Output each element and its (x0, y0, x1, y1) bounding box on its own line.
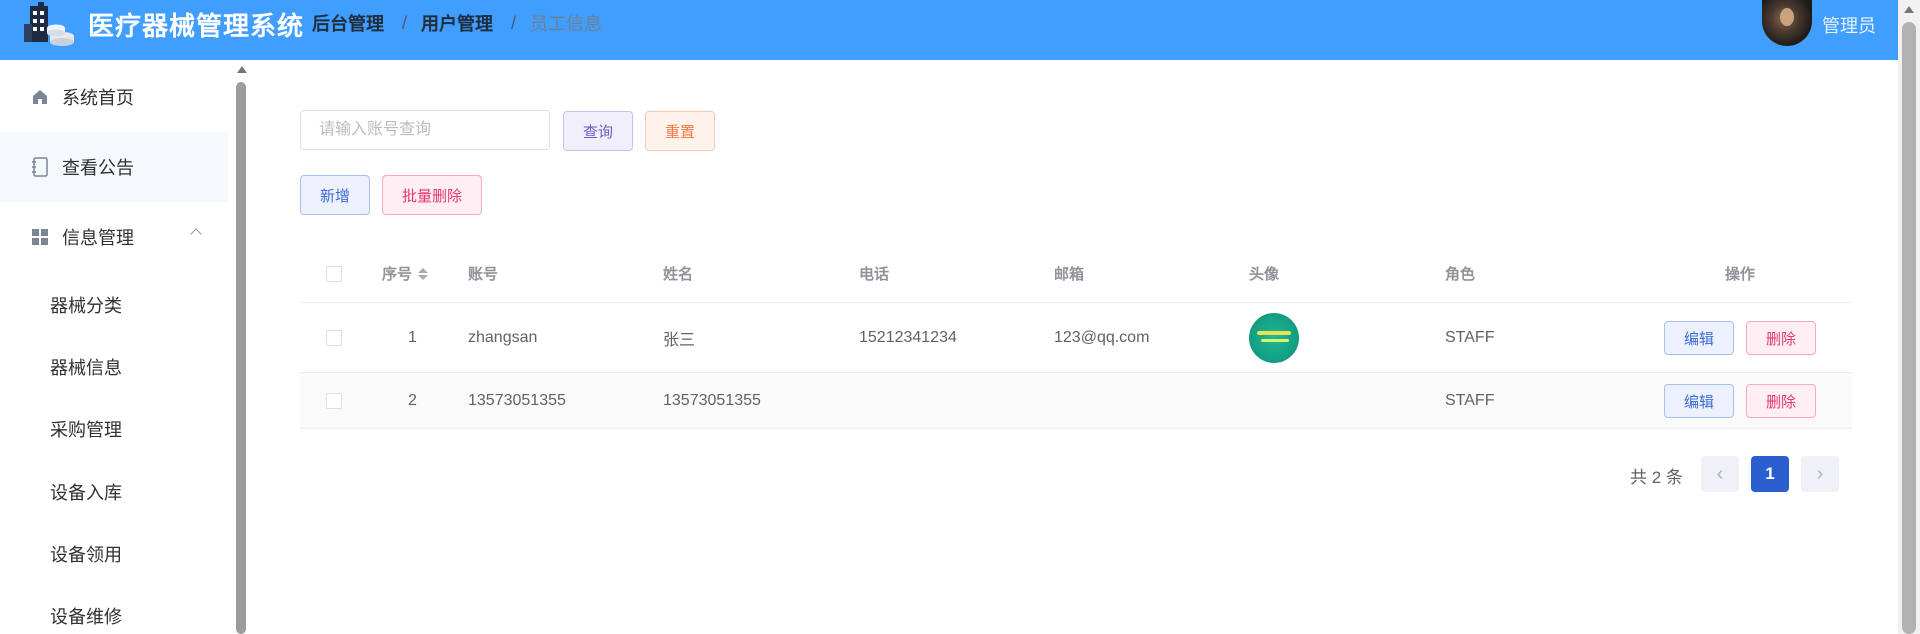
column-header-role: 角色 (1445, 266, 1476, 283)
user-avatar[interactable] (1762, 0, 1812, 46)
search-input[interactable] (300, 110, 550, 150)
sort-icon[interactable] (418, 267, 429, 280)
sidebar-subitem-device-repair[interactable]: 设备维修 (50, 603, 122, 629)
batch-delete-button[interactable]: 批量删除 (382, 175, 482, 215)
sidebar-subitem-purchase[interactable]: 采购管理 (50, 416, 122, 442)
scroll-up-arrow-icon[interactable] (237, 66, 247, 73)
sidebar-subitem-device-info[interactable]: 器械信息 (50, 354, 122, 380)
cell-index: 1 (408, 328, 417, 346)
sidebar-item-label: 查看公告 (62, 158, 134, 178)
query-button[interactable]: 查询 (563, 111, 633, 151)
breadcrumb-item-staff-info: 员工信息 (530, 14, 603, 34)
select-all-checkbox[interactable] (326, 265, 342, 282)
sidebar-item-notice[interactable]: 查看公告 (0, 132, 228, 202)
column-header-index[interactable]: 序号 (382, 245, 429, 302)
chevron-up-icon[interactable] (190, 228, 202, 240)
row-checkbox[interactable] (326, 392, 342, 409)
sidebar-subitem-device-receive[interactable]: 设备领用 (50, 541, 122, 567)
column-header-phone: 电话 (859, 266, 890, 283)
cell-index: 2 (408, 391, 417, 409)
column-header-username: 账号 (468, 266, 499, 283)
cell-name: 13573051355 (663, 391, 761, 409)
breadcrumb-item-admin[interactable]: 后台管理 (312, 10, 384, 36)
cell-role: STAFF (1445, 328, 1495, 346)
row-checkbox[interactable] (326, 329, 342, 346)
top-header: 医疗器械管理系统 后台管理 / 用户管理 / 员工信息 管理员 (0, 0, 1898, 60)
cell-username: 13573051355 (468, 391, 566, 409)
edit-button[interactable]: 编辑 (1664, 384, 1734, 418)
cell-name: 张三 (663, 331, 696, 349)
column-header-email: 邮箱 (1054, 266, 1085, 283)
cell-phone: 15212341234 (859, 328, 957, 346)
sidebar-item-label: 信息管理 (62, 228, 134, 248)
pagination-total: 共 2 条 (1630, 468, 1683, 487)
staff-table: 序号 账号 姓名 电话 邮箱 头像 角色 操作 1 zhangsan 张三 15… (300, 245, 1852, 429)
notebook-icon (30, 157, 50, 177)
cell-role: STAFF (1445, 391, 1495, 409)
breadcrumb: 后台管理 / 用户管理 / 员工信息 (312, 10, 602, 36)
sidebar-scrollbar[interactable] (236, 60, 248, 634)
sidebar-item-label: 系统首页 (62, 88, 134, 108)
sidebar-scrollbar-thumb[interactable] (236, 82, 246, 634)
table-row: 2 13573051355 13573051355 STAFF 编辑 删除 (300, 373, 1852, 429)
window-scrollbar[interactable] (1898, 0, 1920, 634)
scroll-up-arrow-icon[interactable] (1904, 6, 1914, 13)
chevron-right-icon: › (1816, 462, 1824, 485)
table-row: 1 zhangsan 张三 15212341234 123@qq.com STA… (300, 303, 1852, 373)
prev-page-button[interactable]: ‹ (1701, 456, 1739, 492)
sidebar: 系统首页 查看公告 信息管理 器械分类 器械信息 采购管理 设备入库 设备领用 … (0, 60, 236, 634)
column-header-name: 姓名 (663, 266, 694, 283)
sidebar-item-info-management[interactable]: 信息管理 (0, 202, 228, 272)
app-title: 医疗器械管理系统 (88, 11, 305, 41)
breadcrumb-separator: / (511, 12, 517, 33)
page-number-current[interactable]: 1 (1751, 456, 1789, 492)
chevron-left-icon: ‹ (1716, 462, 1724, 485)
cell-email: 123@qq.com (1054, 328, 1150, 346)
sidebar-subitem-device-category[interactable]: 器械分类 (50, 292, 122, 318)
grid-icon (30, 227, 50, 247)
column-header-avatar: 头像 (1249, 266, 1280, 283)
breadcrumb-separator: / (402, 12, 408, 33)
reset-button[interactable]: 重置 (645, 111, 715, 151)
user-avatar-image[interactable] (1249, 312, 1299, 363)
edit-button[interactable]: 编辑 (1664, 321, 1734, 355)
hospital-logo-icon (24, 2, 74, 46)
sidebar-item-home[interactable]: 系统首页 (0, 62, 228, 132)
window-scrollbar-thumb[interactable] (1902, 22, 1916, 634)
table-header: 序号 账号 姓名 电话 邮箱 头像 角色 操作 (300, 245, 1852, 303)
next-page-button[interactable]: › (1801, 456, 1839, 492)
add-button[interactable]: 新增 (300, 175, 370, 215)
breadcrumb-item-user-management[interactable]: 用户管理 (421, 10, 493, 36)
delete-button[interactable]: 删除 (1746, 321, 1816, 355)
home-icon (30, 87, 50, 107)
cell-username: zhangsan (468, 328, 538, 346)
sidebar-subitem-stock-in[interactable]: 设备入库 (50, 479, 122, 505)
delete-button[interactable]: 删除 (1746, 384, 1816, 418)
user-name[interactable]: 管理员 (1822, 12, 1876, 38)
column-header-actions: 操作 (1725, 266, 1756, 283)
column-header-label: 序号 (382, 266, 413, 283)
